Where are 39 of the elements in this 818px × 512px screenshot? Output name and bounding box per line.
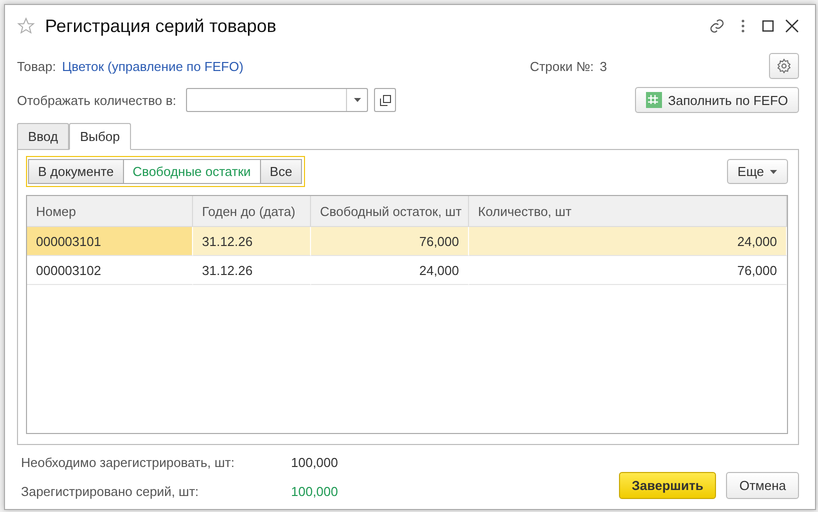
display-unit-field[interactable]: [186, 88, 368, 112]
column-header[interactable]: Количество, шт: [469, 196, 787, 227]
settings-icon: [776, 58, 792, 74]
finish-button[interactable]: Завершить: [618, 472, 716, 499]
more-button[interactable]: Еще: [726, 159, 788, 184]
column-header[interactable]: Годен до (дата): [193, 196, 311, 227]
window-title: Регистрация серий товаров: [45, 16, 278, 36]
rows-count-label: Строки №:: [530, 58, 594, 74]
filter-button[interactable]: В документе: [28, 159, 124, 184]
star-icon[interactable]: [17, 17, 35, 35]
caret-icon: [770, 170, 777, 174]
fill-fefo-button[interactable]: Заполнить по FEFO: [635, 87, 799, 113]
filter-button[interactable]: Все: [260, 159, 302, 184]
hash-f-icon: [646, 92, 662, 108]
display-unit-label: Отображать количество в:: [17, 92, 176, 108]
total-label: Необходимо зарегистрировать, шт:: [21, 455, 236, 470]
total-label: Зарегистрировано серий, шт:: [21, 484, 200, 499]
tab[interactable]: Выбор: [68, 123, 131, 150]
column-header[interactable]: Свободный остаток, шт: [311, 196, 469, 227]
dropdown-caret-icon: [354, 98, 361, 102]
maximize-icon[interactable]: [761, 19, 775, 33]
link-icon[interactable]: [709, 18, 725, 34]
rows-count-value: 3: [600, 58, 607, 74]
product-label: Товар:: [17, 58, 56, 74]
table-cell: 31.12.26: [193, 227, 311, 256]
open-button[interactable]: [374, 88, 396, 112]
table-cell: 24,000: [469, 227, 787, 256]
product-link[interactable]: Цветок (управление по FEFO): [62, 58, 244, 74]
filter-button[interactable]: Свободные остатки: [122, 159, 261, 184]
tab[interactable]: Ввод: [17, 123, 69, 150]
table-cell: 000003101: [27, 227, 193, 256]
column-header[interactable]: Номер: [27, 196, 193, 227]
total-value: 100,000: [291, 484, 338, 499]
cancel-button[interactable]: Отмена: [726, 472, 799, 499]
open-window-icon: [380, 94, 391, 106]
close-icon[interactable]: [785, 19, 799, 33]
table-cell: 76,000: [311, 227, 469, 256]
settings-button[interactable]: [769, 53, 799, 79]
total-value: 100,000: [291, 455, 338, 470]
